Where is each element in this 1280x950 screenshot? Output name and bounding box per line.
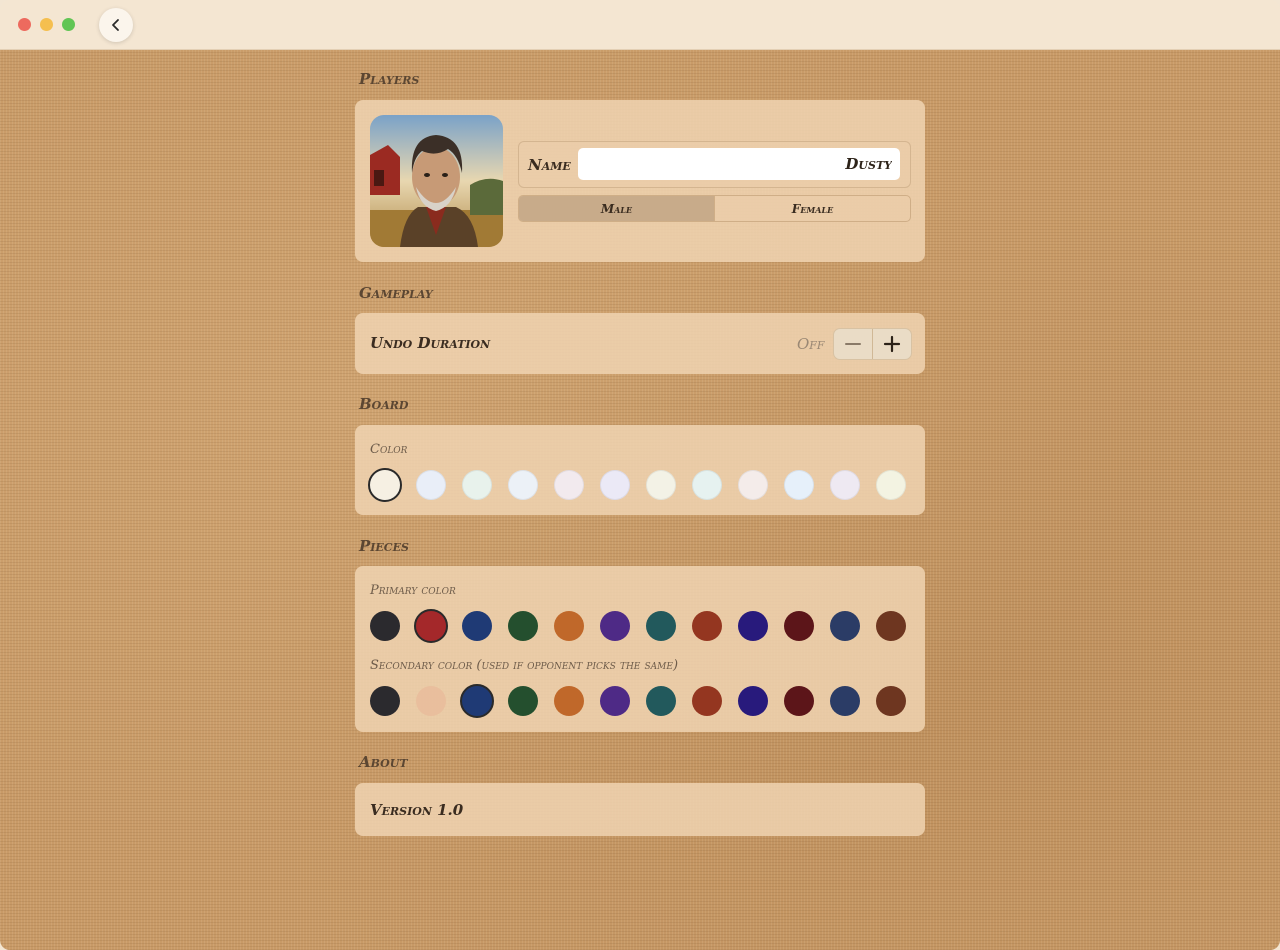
name-label: Name [528,156,571,174]
player-avatar[interactable] [370,115,503,247]
secondary-color-swatch-2[interactable] [416,686,446,716]
secondary-color-swatch-7[interactable] [646,686,676,716]
board-color-swatch-6[interactable] [600,470,630,500]
board-color-label: Color [370,442,408,457]
primary-color-swatch-3[interactable] [462,611,492,641]
version-label: Version 1.0 [370,801,464,819]
secondary-color-swatch-8[interactable] [692,686,722,716]
increment-button[interactable] [872,329,911,359]
board-color-swatch-7[interactable] [646,470,676,500]
pieces-section-title: Pieces [359,537,409,555]
primary-color-swatch-6[interactable] [600,611,630,641]
board-section-title: Board [359,395,409,413]
secondary-color-swatch-3[interactable] [460,684,494,718]
chevron-left-icon [112,19,119,31]
board-color-swatch-8[interactable] [692,470,722,500]
gameplay-section-title: Gameplay [359,284,433,302]
settings-window: Players Name Dusty Male Female Gameplay … [0,0,1280,950]
secondary-color-swatch-11[interactable] [830,686,860,716]
primary-color-swatch-12[interactable] [876,611,906,641]
secondary-color-swatch-5[interactable] [554,686,584,716]
player-name-input[interactable] [578,148,900,180]
maximize-window-button[interactable] [62,18,75,31]
farmer-portrait-image [370,115,503,247]
secondary-color-label: Secondary color (used if opponent picks … [370,658,679,673]
board-color-swatch-11[interactable] [830,470,860,500]
board-color-swatch-9[interactable] [738,470,768,500]
gender-segmented-control: Male Female [518,195,911,222]
secondary-color-swatch-9[interactable] [738,686,768,716]
undo-duration-label: Undo Duration [370,334,491,352]
primary-color-swatch-2[interactable] [414,609,448,643]
close-window-button[interactable] [18,18,31,31]
name-field-container: Name [518,141,911,188]
secondary-color-swatch-6[interactable] [600,686,630,716]
about-section-title: About [359,753,408,771]
about-card: Version 1.0 [355,783,925,836]
secondary-color-swatch-12[interactable] [876,686,906,716]
plus-icon [883,335,901,353]
gender-option-female[interactable]: Female [714,196,910,221]
undo-duration-value: Off [797,335,825,353]
board-color-swatch-5[interactable] [554,470,584,500]
back-button[interactable] [99,8,133,42]
primary-color-swatch-5[interactable] [554,611,584,641]
secondary-color-swatch-4[interactable] [508,686,538,716]
primary-color-label: Primary color [370,583,456,598]
board-card: Color [355,425,925,515]
primary-color-swatch-4[interactable] [508,611,538,641]
primary-color-swatch-8[interactable] [692,611,722,641]
secondary-color-swatch-10[interactable] [784,686,814,716]
gender-option-male[interactable]: Male [519,196,714,221]
minus-icon [845,343,861,345]
primary-color-swatch-7[interactable] [646,611,676,641]
primary-color-swatch-10[interactable] [784,611,814,641]
primary-color-swatch-11[interactable] [830,611,860,641]
board-color-swatch-3[interactable] [462,470,492,500]
players-section-title: Players [359,70,420,88]
primary-color-swatch-9[interactable] [738,611,768,641]
board-color-swatch-2[interactable] [416,470,446,500]
board-color-swatch-4[interactable] [508,470,538,500]
undo-duration-stepper [833,328,912,360]
gameplay-card: Undo Duration Off [355,313,925,374]
board-color-swatch-12[interactable] [876,470,906,500]
primary-color-swatch-1[interactable] [370,611,400,641]
players-card: Name Male Female [355,100,925,262]
title-bar [0,0,1280,50]
settings-content: Players Name Dusty Male Female Gameplay … [0,50,1280,950]
board-color-swatch-1[interactable] [368,468,402,502]
board-color-swatch-10[interactable] [784,470,814,500]
secondary-color-swatch-1[interactable] [370,686,400,716]
minimize-window-button[interactable] [40,18,53,31]
pieces-card: Primary color Secondary color (used if o… [355,566,925,732]
decrement-button[interactable] [834,329,872,359]
